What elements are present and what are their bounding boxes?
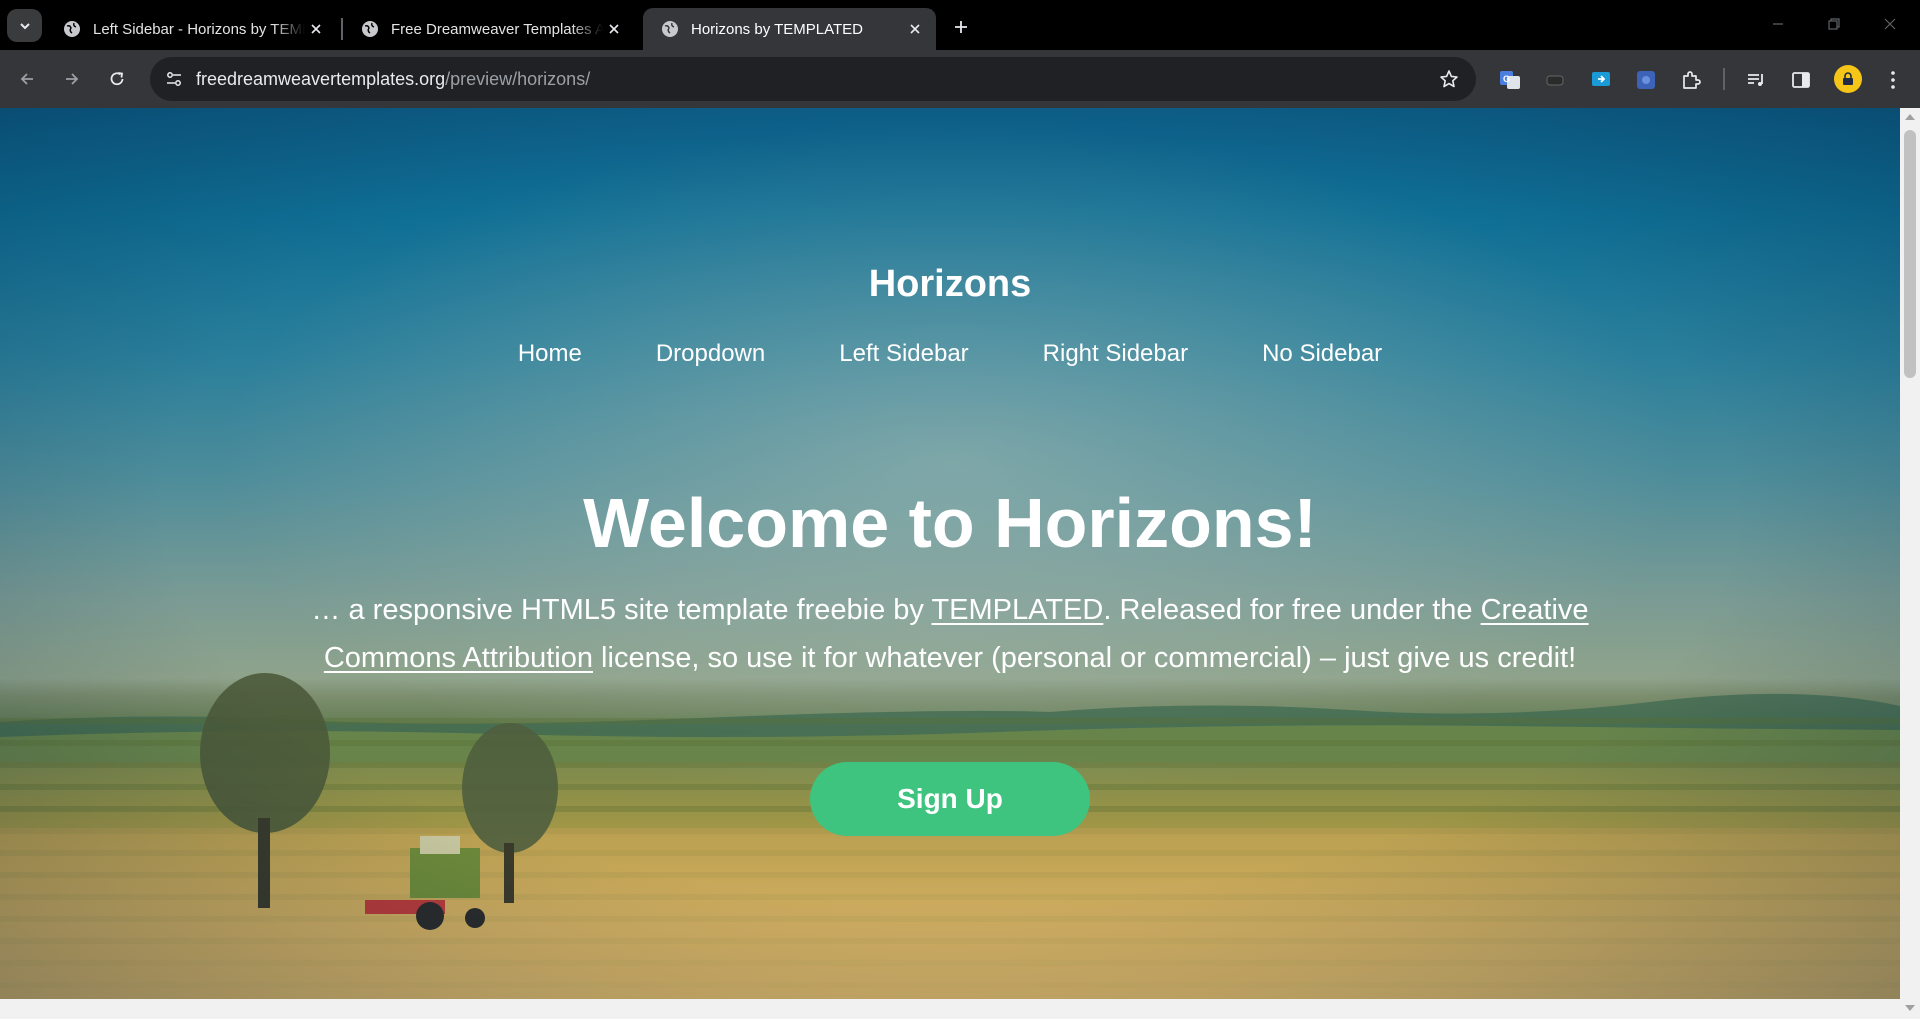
globe-icon: [662, 21, 678, 37]
globe-icon: [362, 21, 378, 37]
close-window-button[interactable]: [1876, 10, 1904, 38]
blue-extension[interactable]: [1633, 67, 1659, 93]
close-icon: [1884, 18, 1896, 30]
sign-up-button[interactable]: Sign Up: [810, 762, 1090, 836]
hero-description: … a responsive HTML5 site template freeb…: [283, 586, 1617, 682]
restore-button[interactable]: [1820, 10, 1848, 38]
profile-avatar[interactable]: [1834, 65, 1862, 93]
side-panel-icon: [1792, 72, 1810, 88]
share-icon: [1592, 72, 1610, 86]
extensions-button[interactable]: [1678, 67, 1704, 93]
close-icon[interactable]: [904, 18, 926, 40]
tab-free-dreamweaver-templates[interactable]: Free Dreamweaver Templates Archive: [343, 8, 635, 50]
svg-text:G: G: [1503, 74, 1510, 84]
tab-title: Free Dreamweaver Templates Archive: [391, 20, 603, 38]
tab-left-sidebar[interactable]: Left Sidebar - Horizons by TEMPLATED: [45, 8, 337, 50]
hero-text-part: license, so use it for whatever (persona…: [593, 642, 1577, 674]
puzzle-icon: [1683, 71, 1701, 89]
globe-icon: [64, 21, 80, 37]
scroll-up-arrow[interactable]: [1905, 114, 1915, 120]
forward-button[interactable]: [55, 62, 89, 96]
close-icon[interactable]: [603, 18, 625, 40]
chevron-down-icon: [19, 22, 30, 29]
tab-horizons[interactable]: Horizons by TEMPLATED: [643, 8, 936, 50]
screen-share-extension[interactable]: [1588, 67, 1614, 93]
queue-music-icon: [1748, 74, 1763, 86]
restore-icon: [1828, 18, 1840, 30]
horizontal-scrollbar[interactable]: [0, 999, 1920, 1019]
hero-text-part: … a responsive HTML5 site template freeb…: [311, 594, 932, 626]
url-text: freedreamweavertemplates.org/preview/hor…: [196, 69, 590, 90]
tab-strip: Left Sidebar - Horizons by TEMPLATED Fre…: [0, 0, 1920, 50]
site-info-button[interactable]: [160, 65, 188, 93]
scrollbar-thumb[interactable]: [1904, 130, 1916, 378]
bookmark-button[interactable]: [1436, 66, 1462, 92]
nav-home[interactable]: Home: [518, 340, 582, 368]
media-controls-button[interactable]: [1743, 67, 1769, 93]
nav-dropdown[interactable]: Dropdown: [656, 340, 765, 368]
dark-extension[interactable]: [1542, 67, 1568, 93]
toolbar-separator: [1723, 68, 1725, 90]
page-viewport: Horizons Home Dropdown Left Sidebar Righ…: [0, 108, 1900, 999]
site-title[interactable]: Horizons: [0, 263, 1900, 306]
tab-title: Horizons by TEMPLATED: [691, 20, 863, 38]
tune-icon: [167, 72, 181, 86]
close-icon[interactable]: [305, 18, 327, 40]
new-tab-button[interactable]: [948, 14, 974, 40]
translate-icon: G: [1500, 71, 1520, 89]
plus-icon: [955, 21, 967, 33]
templated-link[interactable]: TEMPLATED: [931, 594, 1103, 626]
google-translate-extension[interactable]: G: [1497, 67, 1523, 93]
address-bar[interactable]: freedreamweavertemplates.org/preview/hor…: [150, 57, 1476, 101]
nav-right-sidebar[interactable]: Right Sidebar: [1043, 340, 1188, 368]
puzzle-blue-icon: [1637, 71, 1655, 89]
reload-button[interactable]: [100, 62, 134, 96]
main-nav: Home Dropdown Left Sidebar Right Sidebar…: [0, 340, 1900, 368]
tab-search-button[interactable]: [7, 9, 42, 42]
menu-button[interactable]: [1880, 67, 1906, 93]
scroll-down-arrow[interactable]: [1905, 1005, 1915, 1013]
kebab-menu-icon: [1891, 71, 1895, 89]
hero-heading: Welcome to Horizons!: [583, 484, 1317, 562]
nav-left-sidebar[interactable]: Left Sidebar: [839, 340, 968, 368]
hero-text-part: . Released for free under the: [1103, 594, 1481, 626]
arrow-left-icon: [20, 73, 33, 85]
reload-icon: [110, 72, 124, 86]
tab-title: Left Sidebar - Horizons by TEMPLATED: [93, 20, 305, 38]
url-path: /preview/horizons/: [445, 69, 591, 89]
arrow-right-icon: [66, 73, 79, 85]
browser-toolbar: freedreamweavertemplates.org/preview/hor…: [0, 50, 1920, 108]
url-domain: freedreamweavertemplates.org: [196, 69, 446, 89]
minimize-icon: [1773, 23, 1783, 25]
back-button[interactable]: [10, 62, 44, 96]
lock-icon: [1843, 72, 1853, 85]
mask-icon: [1546, 75, 1564, 86]
minimize-button[interactable]: [1764, 10, 1792, 38]
nav-no-sidebar[interactable]: No Sidebar: [1262, 340, 1382, 368]
vertical-scrollbar[interactable]: [1900, 108, 1920, 999]
side-panel-button[interactable]: [1788, 67, 1814, 93]
star-icon: [1440, 70, 1458, 88]
